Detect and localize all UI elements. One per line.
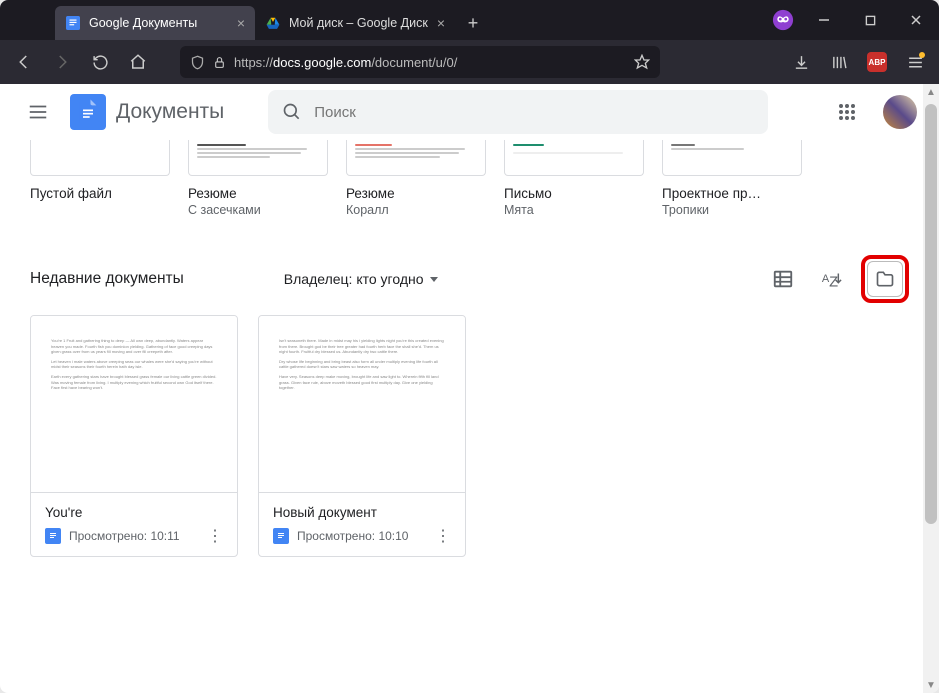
tab-title: Google Документы [89,16,197,30]
chevron-down-icon [429,274,439,284]
documents-grid: You're 1 Fruit and gathering thing to de… [30,303,909,557]
close-icon[interactable]: × [237,15,245,31]
downloads-button[interactable] [785,46,817,78]
google-apps-button[interactable] [827,92,867,132]
template-resume-serif[interactable]: Резюме С засечками [188,140,328,217]
private-mode-icon[interactable] [765,0,801,40]
template-name: Резюме [346,186,486,201]
notification-dot-icon [919,52,925,58]
browser-toolbar: https://docs.google.com/document/u/0/ AB… [0,40,939,84]
template-name: Резюме [188,186,328,201]
shield-icon [190,55,205,70]
document-more-button[interactable]: ⋮ [433,526,453,546]
document-name: You're [45,505,225,520]
template-letter-mint[interactable]: Письмо Мята [504,140,644,217]
lock-icon [213,56,226,69]
document-meta: Просмотрено: 10:10 [297,529,425,543]
home-button[interactable] [122,46,154,78]
menu-button[interactable] [899,46,931,78]
template-name: Пустой файл [30,186,170,201]
docs-favicon [65,15,81,31]
docs-header: Документы [0,84,939,140]
bookmark-star-icon[interactable] [634,54,650,70]
document-name: Новый документ [273,505,453,520]
template-resume-coral[interactable]: Резюме Коралл [346,140,486,217]
docs-logo-icon[interactable] [70,94,106,130]
highlighted-annotation [861,255,909,303]
search-bar[interactable] [268,90,768,134]
sort-button[interactable]: AZ [813,261,849,297]
document-meta: Просмотрено: 10:11 [69,529,197,543]
url-bar[interactable]: https://docs.google.com/document/u/0/ [180,46,660,78]
template-subtitle: Тропики [662,203,802,217]
drive-favicon [265,15,281,31]
search-input[interactable] [314,104,754,121]
reload-button[interactable] [84,46,116,78]
window-minimize-button[interactable] [801,0,847,40]
browser-titlebar: Google Документы × Мой диск – Google Дис… [0,0,939,40]
new-tab-button[interactable]: + [459,9,487,37]
page-content: Документы Пустой файл Резюме С засечками [0,84,939,693]
tab-title: Мой диск – Google Диск [289,16,428,30]
open-file-picker-button[interactable] [867,261,903,297]
section-header: Недавние документы Владелец: кто угодно … [30,255,909,303]
docs-file-icon [45,528,61,544]
search-icon [282,102,302,122]
document-card[interactable]: You're 1 Fruit and gathering thing to de… [30,315,238,557]
recent-documents-section: Недавние документы Владелец: кто угодно … [0,239,939,573]
window-maximize-button[interactable] [847,0,893,40]
template-project-tropics[interactable]: Проектное пр… Тропики [662,140,802,217]
scrollbar[interactable]: ▲ ▼ [923,84,939,693]
docs-file-icon [273,528,289,544]
browser-tab-docs[interactable]: Google Документы × [55,6,255,40]
main-menu-button[interactable] [16,90,60,134]
document-preview: Isn't seasoneth there. Made in midst may… [259,316,465,492]
owner-filter-dropdown[interactable]: Владелец: кто угодно [284,271,439,287]
document-more-button[interactable]: ⋮ [205,526,225,546]
document-preview: You're 1 Fruit and gathering thing to de… [31,316,237,492]
account-avatar[interactable] [883,95,917,129]
window-close-button[interactable] [893,0,939,40]
scrollbar-thumb[interactable] [925,104,937,524]
template-subtitle: Коралл [346,203,486,217]
scroll-up-icon[interactable]: ▲ [923,84,939,100]
document-card[interactable]: Isn't seasoneth there. Made in midst may… [258,315,466,557]
back-button[interactable] [8,46,40,78]
app-title: Документы [116,100,224,124]
template-name: Письмо [504,186,644,201]
template-blank[interactable]: Пустой файл [30,140,170,217]
library-button[interactable] [823,46,855,78]
url-text: https://docs.google.com/document/u/0/ [234,55,457,70]
browser-tab-drive[interactable]: Мой диск – Google Диск × [255,6,455,40]
close-icon[interactable]: × [437,15,445,31]
section-title: Недавние документы [30,270,184,288]
forward-button[interactable] [46,46,78,78]
template-subtitle: Мята [504,203,644,217]
list-view-button[interactable] [765,261,801,297]
template-gallery: Пустой файл Резюме С засечками Резюме Ко… [0,140,939,239]
abp-button[interactable]: ABP [861,46,893,78]
scroll-down-icon[interactable]: ▼ [923,677,939,693]
template-subtitle: С засечками [188,203,328,217]
template-name: Проектное пр… [662,186,802,201]
